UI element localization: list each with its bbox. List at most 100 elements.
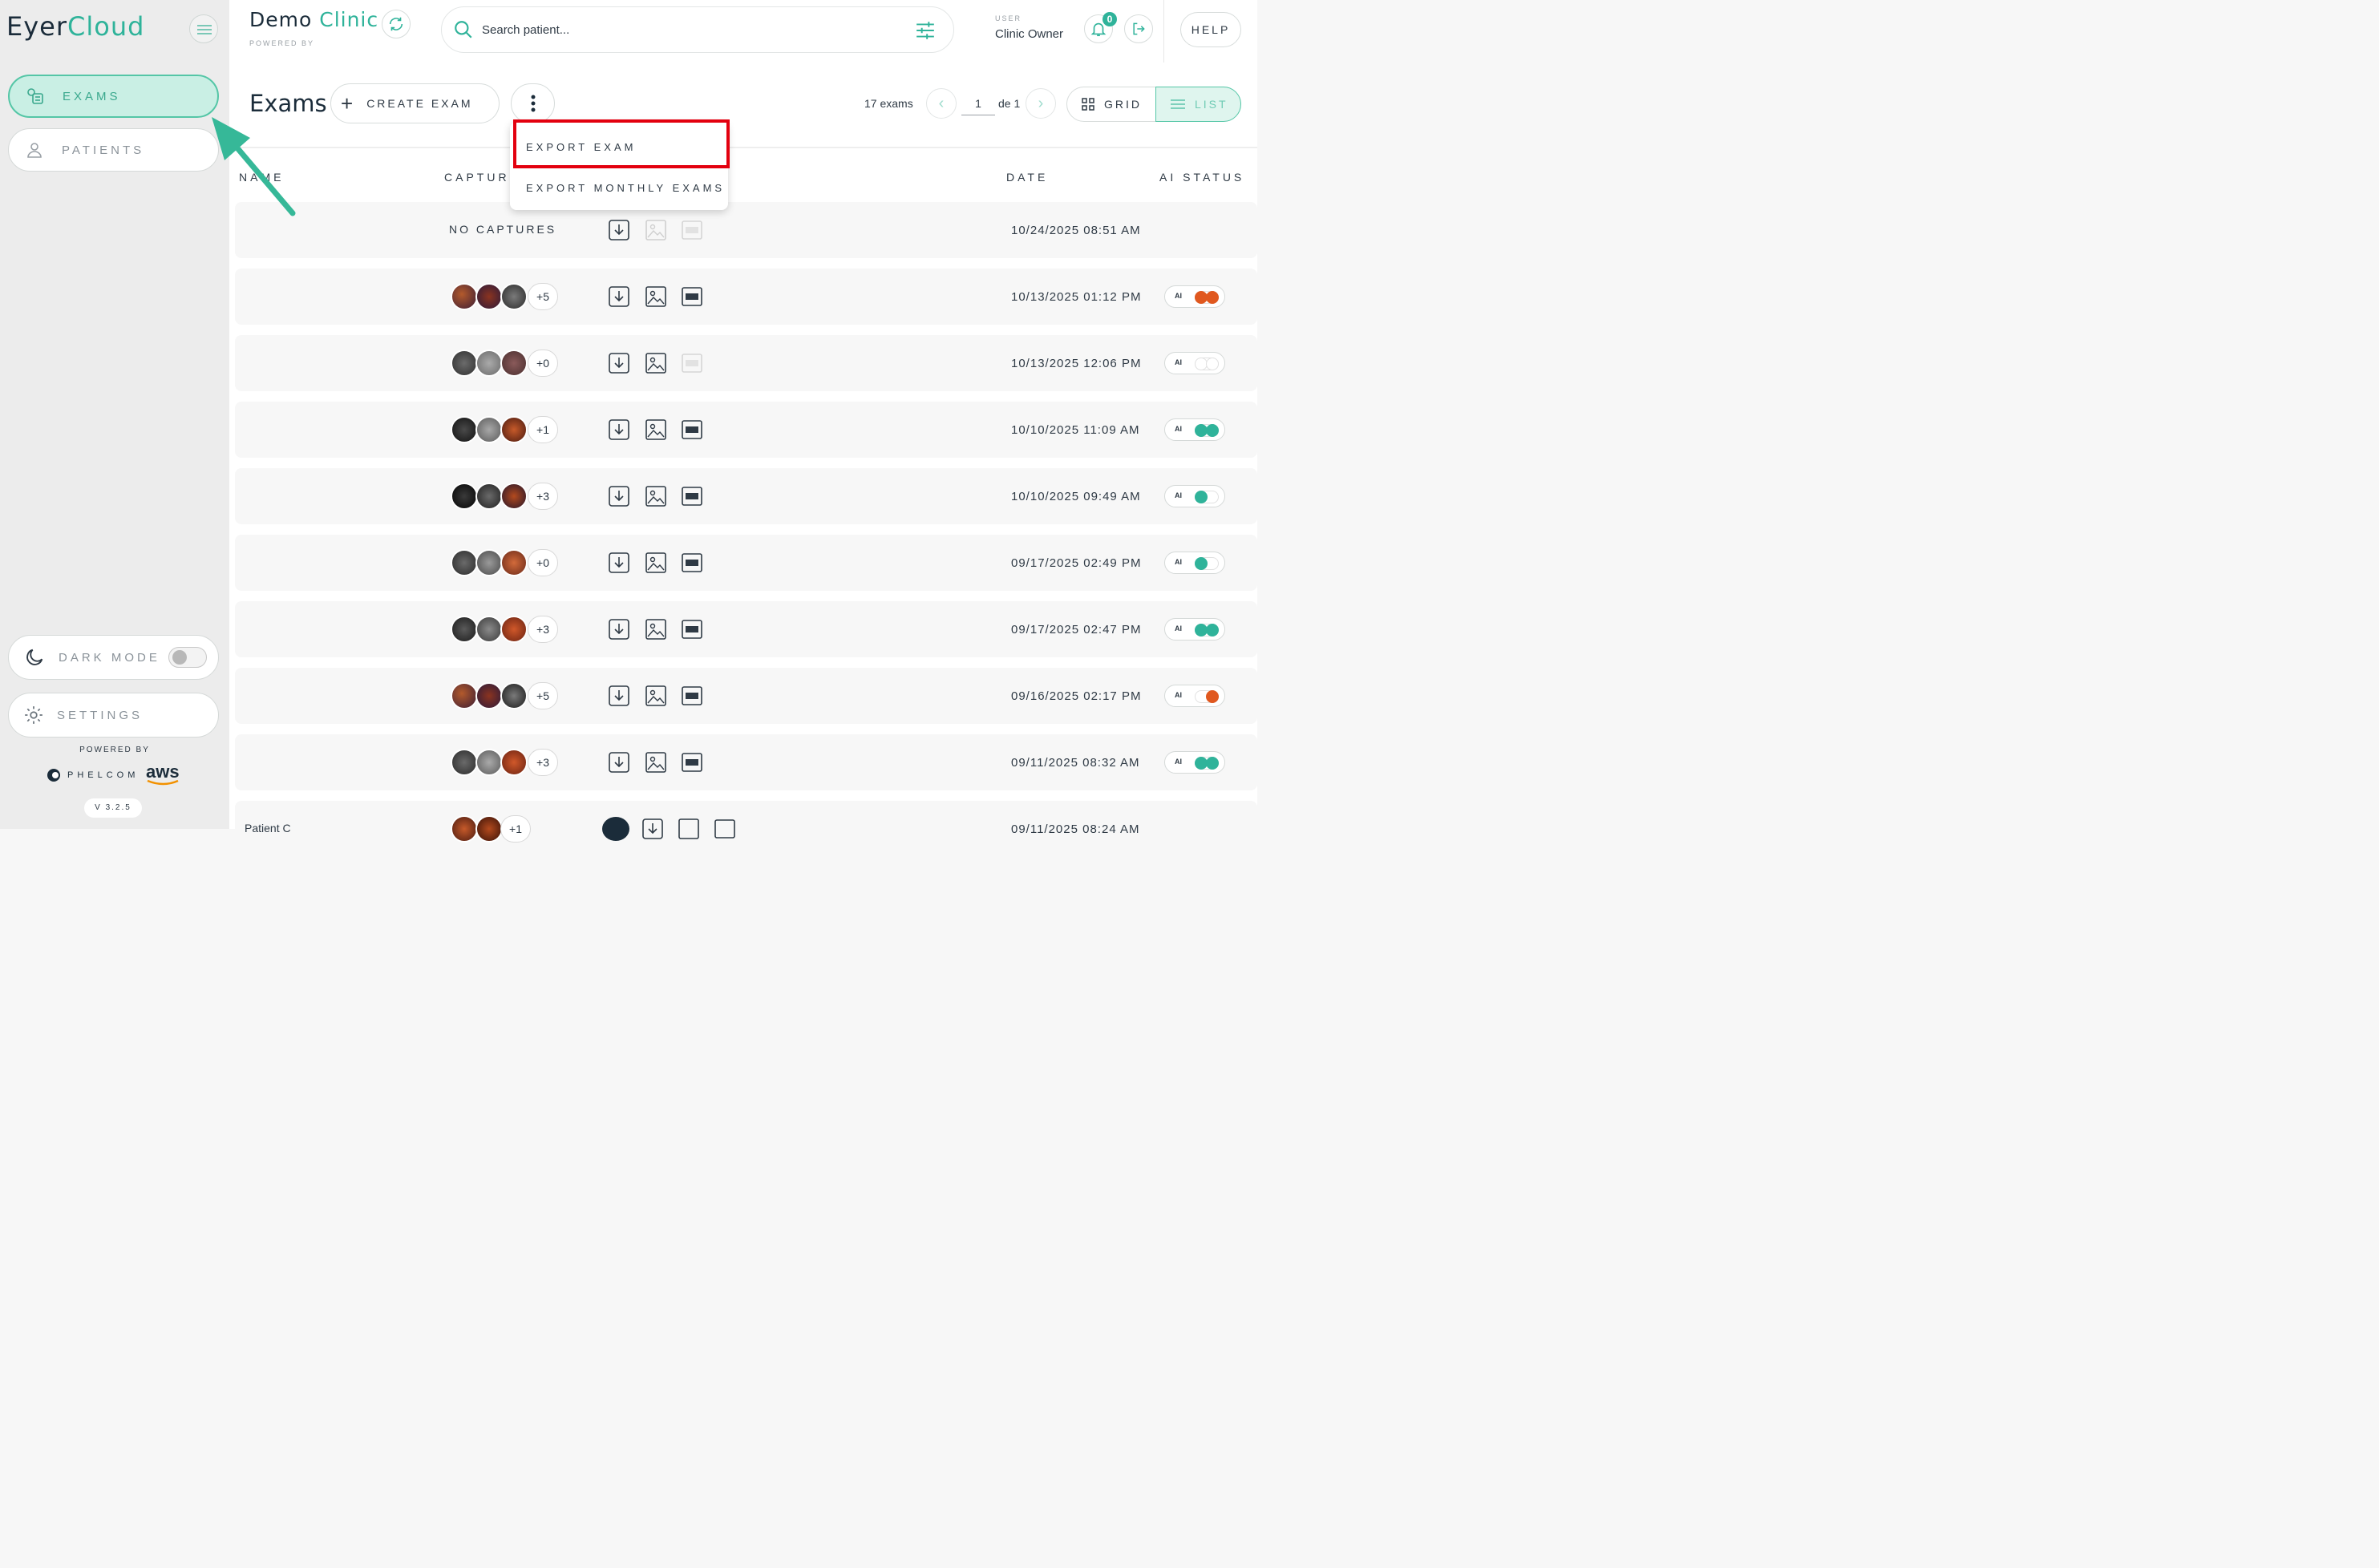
image-icon[interactable] [645, 486, 666, 507]
pdf-icon[interactable] [682, 552, 702, 573]
pdf-icon[interactable] [682, 486, 702, 507]
capture-thumbnail [475, 483, 503, 510]
image-icon[interactable] [645, 685, 666, 706]
next-page-button[interactable]: › [1026, 88, 1056, 119]
search-icon [453, 19, 474, 40]
sidebar: EyerCloud EXAMS PATIENTS DARK MODE SETTI… [0, 0, 229, 829]
table-row[interactable]: +3 09/17/2025 02:47 PM AI [235, 601, 1257, 657]
more-captures-count: +0 [528, 549, 558, 576]
capture-thumbnail [500, 283, 528, 310]
filter-icon[interactable] [915, 20, 936, 45]
download-icon[interactable] [609, 486, 629, 507]
table-row[interactable]: +0 09/17/2025 02:49 PM AI [235, 535, 1257, 591]
capture-thumbnail [500, 416, 528, 443]
user-label: USER [995, 14, 1022, 22]
table-row[interactable]: +5 10/13/2025 01:12 PM AI [235, 269, 1257, 325]
exam-date: 10/13/2025 12:06 PM [1011, 357, 1142, 370]
capture-thumbnail [451, 549, 478, 576]
more-captures-count: +5 [528, 283, 558, 310]
table-row[interactable]: NO CAPTURES 10/24/2025 08:51 AM [235, 202, 1257, 258]
exam-date: 09/11/2025 08:24 AM [1011, 822, 1140, 836]
pdf-icon[interactable] [714, 818, 735, 839]
moon-icon [23, 646, 46, 669]
help-button[interactable]: HELP [1180, 12, 1241, 47]
aws-logo: aws [146, 762, 181, 786]
eyercloud-logo[interactable]: EyerCloud [6, 11, 144, 42]
ai-status-toggle[interactable]: AI [1164, 418, 1225, 441]
sidebar-item-settings[interactable]: SETTINGS [8, 693, 219, 738]
search-input[interactable]: Search patient... [482, 23, 569, 37]
menu-toggle-icon[interactable] [189, 14, 218, 43]
create-exam-button[interactable]: + CREATE EXAM [330, 83, 500, 123]
chevron-left-icon: ‹ [938, 94, 945, 112]
ai-status-toggle[interactable]: AI [1164, 485, 1225, 507]
column-header-ai-status[interactable]: AI STATUS [1159, 171, 1244, 184]
table-row[interactable]: +3 10/10/2025 09:49 AM AI [235, 468, 1257, 524]
capture-thumbnail [500, 616, 528, 643]
user-name: Clinic Owner [995, 27, 1064, 41]
download-icon[interactable] [642, 818, 663, 839]
exam-date: 09/17/2025 02:49 PM [1011, 556, 1142, 570]
pdf-icon [682, 354, 702, 373]
ai-status-toggle[interactable]: AI [1164, 618, 1225, 641]
prev-page-button[interactable]: ‹ [926, 88, 957, 119]
ai-status-toggle[interactable]: AI [1164, 552, 1225, 574]
download-icon[interactable] [609, 353, 629, 374]
logout-button[interactable] [1124, 14, 1153, 43]
ai-status-toggle[interactable]: AI [1164, 285, 1225, 308]
sidebar-item-exams[interactable]: EXAMS [8, 75, 219, 118]
pdf-icon[interactable] [682, 752, 702, 773]
image-icon[interactable] [645, 353, 666, 374]
download-icon[interactable] [609, 552, 629, 573]
phelcom-mark-icon [47, 768, 61, 782]
capture-thumbnail [500, 682, 528, 709]
column-header-date[interactable]: DATE [1006, 171, 1048, 184]
capture-thumbnail [475, 815, 503, 843]
download-icon[interactable] [609, 286, 629, 307]
pdf-icon[interactable] [682, 619, 702, 640]
ai-status-toggle[interactable]: AI [1164, 685, 1225, 707]
table-row[interactable]: +1 10/10/2025 11:09 AM AI [235, 402, 1257, 458]
capture-thumbnail [475, 749, 503, 776]
pdf-icon[interactable] [682, 685, 702, 706]
download-icon[interactable] [609, 419, 629, 440]
refresh-icon[interactable] [382, 10, 411, 38]
download-icon[interactable] [609, 685, 629, 706]
pdf-icon[interactable] [682, 286, 702, 307]
image-icon[interactable] [645, 552, 666, 573]
image-icon[interactable] [645, 419, 666, 440]
table-row[interactable]: +3 09/11/2025 08:32 AM AI [235, 734, 1257, 790]
image-icon[interactable] [645, 619, 666, 640]
capture-thumbnail [451, 350, 478, 377]
image-icon[interactable] [678, 818, 699, 839]
pdf-icon [682, 220, 702, 240]
user-icon [25, 140, 44, 160]
image-icon[interactable] [645, 286, 666, 307]
menu-item-export-monthly-exams[interactable]: EXPORT MONTHLY EXAMS [526, 182, 725, 194]
patient-badge-icon [602, 817, 629, 841]
exam-date: 10/13/2025 01:12 PM [1011, 290, 1142, 304]
grid-view-button[interactable]: GRID [1066, 87, 1156, 122]
exams-icon [26, 87, 45, 106]
capture-thumbnail [451, 283, 478, 310]
page-input[interactable]: 1 [961, 91, 995, 115]
download-icon[interactable] [609, 619, 629, 640]
ai-status-toggle[interactable]: AI [1164, 751, 1225, 774]
download-icon[interactable] [609, 752, 629, 773]
search-bar[interactable]: Search patient... [441, 6, 954, 53]
ai-status-toggle[interactable]: AI [1164, 352, 1225, 374]
list-view-button[interactable]: LIST [1155, 87, 1241, 122]
capture-thumbnail [451, 483, 478, 510]
table-row[interactable]: +5 09/16/2025 02:17 PM AI [235, 668, 1257, 724]
sidebar-item-patients[interactable]: PATIENTS [8, 128, 219, 172]
download-icon[interactable] [609, 220, 629, 240]
image-icon[interactable] [645, 752, 666, 773]
dark-mode-toggle[interactable] [168, 647, 207, 668]
pdf-icon[interactable] [682, 419, 702, 440]
clinic-name: Demo Clinic [249, 8, 379, 31]
sidebar-item-label: EXAMS [63, 89, 121, 103]
grid-icon [1082, 98, 1094, 111]
table-row[interactable]: Patient C +1 09/11/2025 08:24 AM [235, 801, 1257, 857]
table-row[interactable]: +0 10/13/2025 12:06 PM AI [235, 335, 1257, 391]
more-options-button[interactable] [511, 83, 555, 123]
